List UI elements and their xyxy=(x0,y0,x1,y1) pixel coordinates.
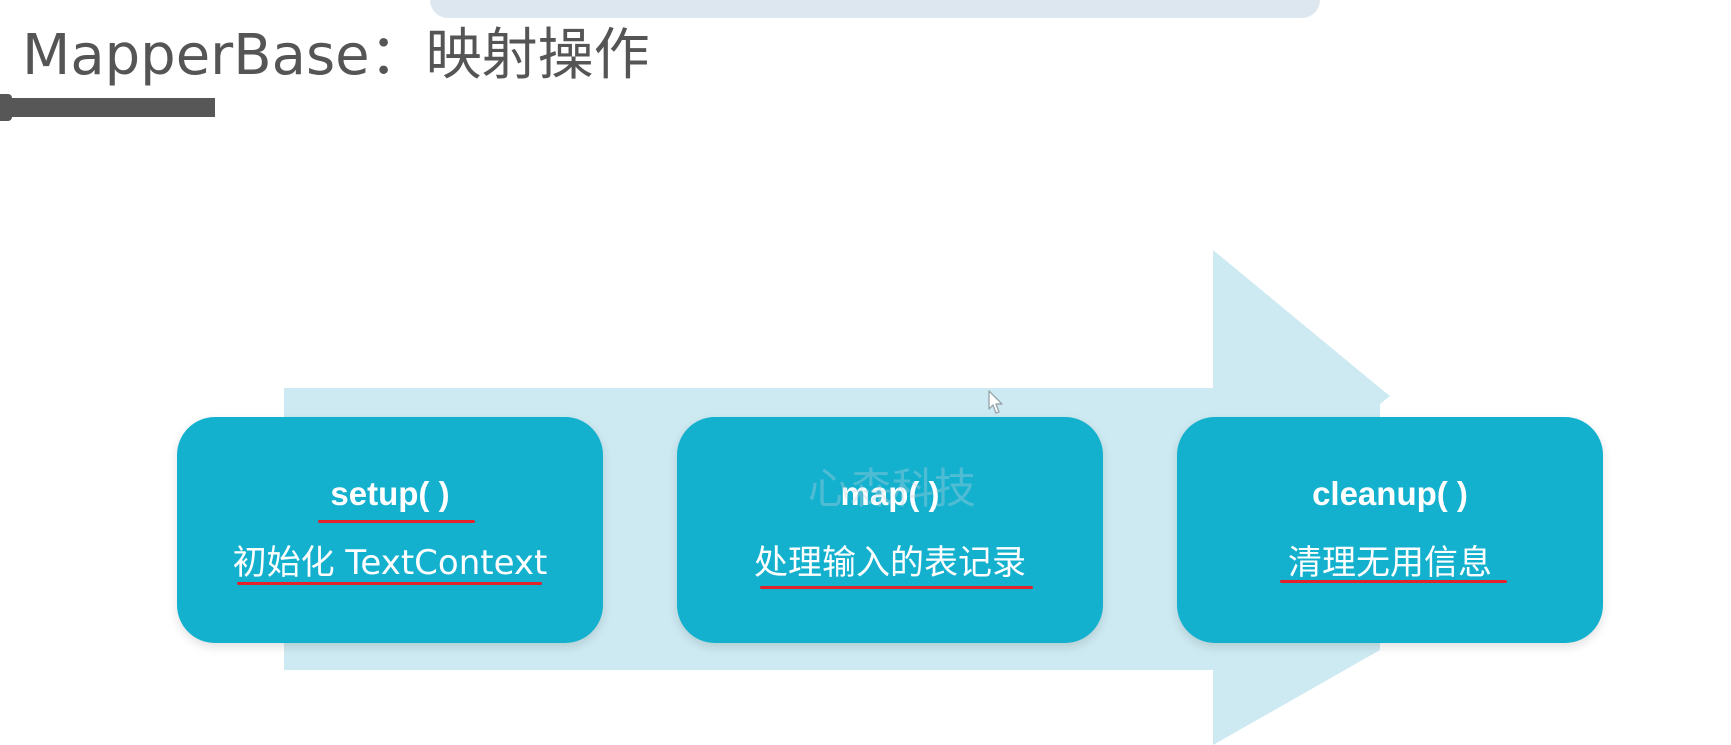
step-desc-label: 清理无用信息 xyxy=(1288,543,1492,583)
step-box-cleanup: cleanup( ) 清理无用信息 xyxy=(1177,417,1603,643)
step-box-setup: setup( ) 初始化 TextContext xyxy=(177,417,603,643)
step-box-map: map( ) 处理输入的表记录 xyxy=(677,417,1103,643)
underline-setup-desc xyxy=(237,582,542,585)
watermark-text: 心森科技 xyxy=(808,464,977,513)
mouse-cursor-icon xyxy=(988,390,1003,414)
step-func-label: cleanup( ) xyxy=(1312,475,1468,512)
underline-cleanup-desc xyxy=(1280,580,1507,583)
step-func-label: setup( ) xyxy=(330,475,450,512)
step-desc-label: 处理输入的表记录 xyxy=(754,543,1026,583)
underline-map-desc xyxy=(760,586,1033,589)
step-desc-label: 初始化 TextContext xyxy=(232,543,548,583)
underline-setup-func xyxy=(318,520,475,523)
